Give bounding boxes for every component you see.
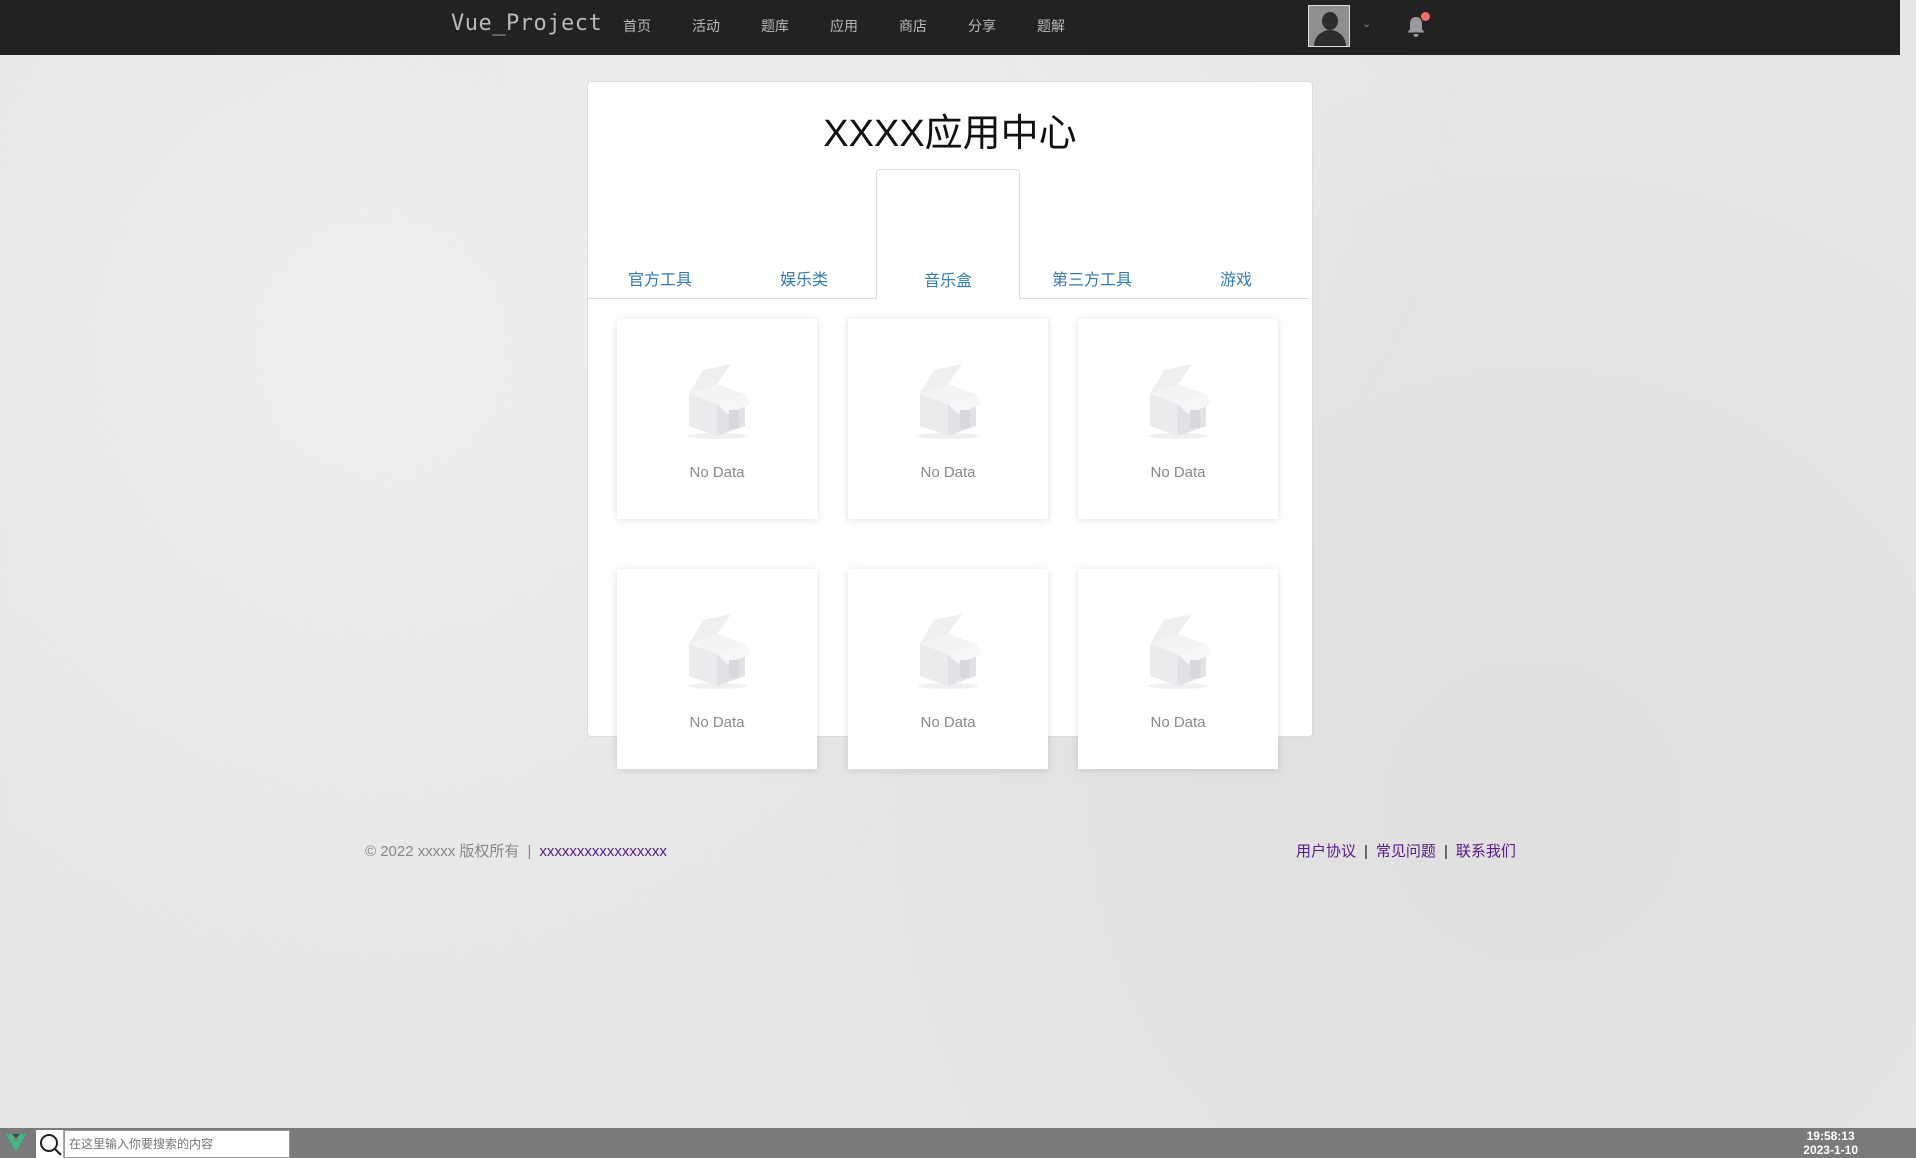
category-tabs: 官方工具 娱乐类 音乐盒 第三方工具 游戏 [588, 168, 1309, 300]
footer-link-contact-us[interactable]: 联系我们 [1456, 843, 1516, 860]
avatar[interactable] [1308, 5, 1350, 47]
nav-item-share[interactable]: 分享 [968, 0, 996, 55]
tab-music-box[interactable]: 音乐盒 [876, 169, 1020, 300]
page-title: XXXX应用中心 [823, 113, 1077, 155]
avatar-head-shape [1322, 12, 1338, 30]
no-data-label: No Data [1150, 464, 1206, 481]
no-data-label: No Data [1150, 714, 1206, 731]
vue-logo-icon[interactable] [4, 1132, 28, 1154]
no-data-label: No Data [920, 714, 976, 731]
footer-copyright: © 2022 xxxxx 版权所有 | xxxxxxxxxxxxxxxxx [365, 840, 667, 861]
nav-item-question-bank[interactable]: 题库 [761, 0, 789, 55]
brand-logo[interactable]: Vue_Project [451, 11, 602, 36]
footer-link-faq[interactable]: 常见问题 [1376, 843, 1436, 860]
empty-box-icon [687, 364, 751, 439]
empty-box-icon [1148, 614, 1212, 689]
nav-item-store[interactable]: 商店 [899, 0, 927, 55]
app-center-panel: XXXX应用中心 官方工具 娱乐类 音乐盒 第三方工具 游戏 No Data N… [587, 81, 1313, 769]
nav-item-apps[interactable]: 应用 [830, 0, 858, 55]
no-data-label: No Data [689, 714, 745, 731]
nav-item-home[interactable]: 首页 [623, 0, 651, 55]
empty-box-icon [1148, 364, 1212, 439]
magnifier-icon [40, 1134, 62, 1156]
footer-link-user-agreement[interactable]: 用户协议 [1296, 843, 1356, 860]
nav-item-solutions[interactable]: 题解 [1037, 0, 1065, 55]
app-card[interactable]: No Data [617, 569, 817, 769]
tab-games[interactable]: 游戏 [1164, 168, 1308, 299]
no-data-label: No Data [689, 464, 745, 481]
avatar-body-shape [1314, 30, 1346, 46]
tab-third-party-tools[interactable]: 第三方工具 [1020, 168, 1164, 299]
main-nav: 首页 活动 题库 应用 商店 分享 题解 [623, 0, 1106, 55]
chevron-down-icon[interactable]: ⌄ [1362, 17, 1371, 30]
footer-separator: | [527, 843, 532, 860]
taskbar-search-input[interactable] [64, 1130, 290, 1158]
nav-item-activities[interactable]: 活动 [692, 0, 720, 55]
app-card[interactable]: No Data [1078, 569, 1278, 769]
no-data-label: No Data [920, 464, 976, 481]
app-card[interactable]: No Data [848, 319, 1048, 519]
taskbar-clock: 19:58:13 2023-1-10 [1803, 1129, 1858, 1157]
empty-box-icon [918, 614, 982, 689]
clock-time: 19:58:13 [1806, 1129, 1855, 1143]
tab-official-tools[interactable]: 官方工具 [588, 168, 732, 299]
notification-dot [1421, 12, 1430, 21]
notification-bell-icon[interactable] [1405, 12, 1430, 39]
copyright-text: © 2022 xxxxx 版权所有 [365, 843, 520, 860]
app-card[interactable]: No Data [848, 569, 1048, 769]
search-icon[interactable] [36, 1130, 64, 1158]
clock-date: 2023-1-10 [1803, 1143, 1858, 1157]
empty-box-icon [918, 364, 982, 439]
top-navbar: Vue_Project 首页 活动 题库 应用 商店 分享 题解 ⌄ [0, 0, 1900, 55]
app-card[interactable]: No Data [617, 319, 817, 519]
empty-box-icon [687, 614, 751, 689]
footer-separator: | [1443, 843, 1448, 860]
app-card[interactable]: No Data [1078, 319, 1278, 519]
tab-entertainment[interactable]: 娱乐类 [732, 168, 876, 299]
footer-separator: | [1364, 843, 1368, 860]
os-taskbar: 19:58:13 2023-1-10 [0, 1128, 1916, 1158]
footer-links: 用户协议 | 常见问题 | 联系我们 [1296, 840, 1516, 861]
footer-link[interactable]: xxxxxxxxxxxxxxxxx [539, 843, 667, 860]
